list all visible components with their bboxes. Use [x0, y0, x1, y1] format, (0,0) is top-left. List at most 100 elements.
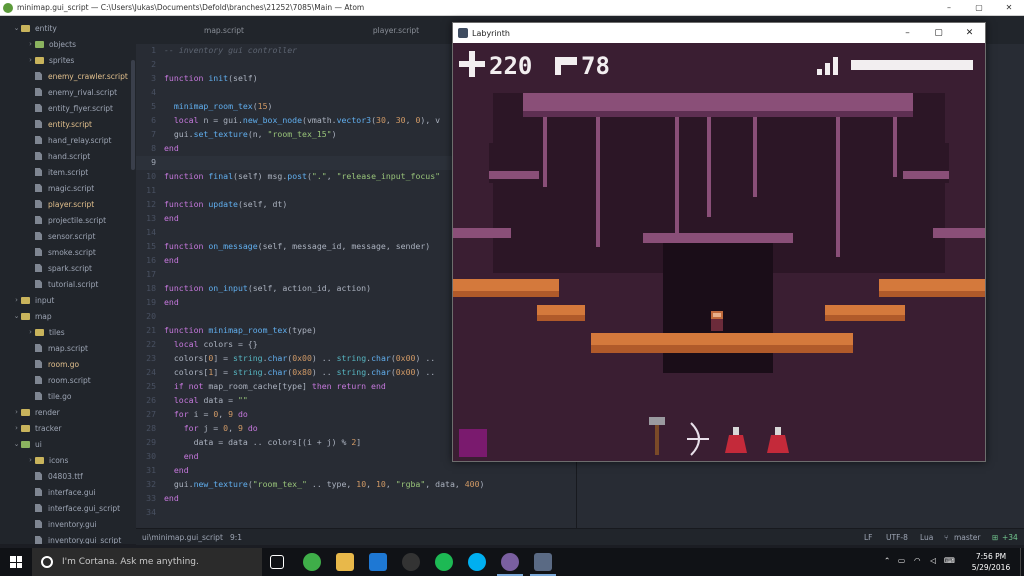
tree-file-interface-gui-script[interactable]: interface.gui_script — [0, 500, 120, 516]
keyboard-icon[interactable]: ⌨ — [944, 556, 955, 565]
clock[interactable]: 7:56 PM 5/29/2016 — [966, 551, 1016, 573]
tree-file-enemy-rival-script[interactable]: enemy_rival.script — [0, 84, 117, 100]
tree-folder-tiles[interactable]: › tiles — [0, 324, 65, 340]
tree-file-spark-script[interactable]: spark.script — [0, 260, 92, 276]
tree-file-item-script[interactable]: item.script — [0, 164, 88, 180]
tree-file-tile-go[interactable]: tile.go — [0, 388, 71, 404]
code-line[interactable]: if not map_room_cache[type] then return … — [164, 381, 386, 391]
tab-map-script[interactable]: map.script — [164, 16, 284, 44]
tree-folder-map[interactable]: ⌄ map — [0, 308, 52, 324]
tree-folder-input[interactable]: › input — [0, 292, 54, 308]
wifi-icon[interactable]: ◠ — [914, 556, 921, 565]
slack-icon[interactable] — [402, 553, 420, 571]
code-line[interactable]: -- inventory gui controller — [164, 45, 297, 55]
code-line[interactable]: end — [164, 213, 179, 223]
code-line[interactable]: for i = 0, 9 do — [164, 409, 248, 419]
minimize-button[interactable]: – — [934, 0, 964, 16]
status-line-ending[interactable]: LF — [864, 533, 873, 542]
battery-icon[interactable]: ▭ — [898, 556, 905, 565]
code-line[interactable]: function on_message(self, message_id, me… — [164, 241, 430, 251]
show-desktop-button[interactable] — [1020, 548, 1024, 576]
tree-folder-entity[interactable]: ⌄ entity — [0, 20, 57, 36]
maximize-button[interactable]: ▢ — [964, 0, 994, 16]
code-line[interactable]: function update(self, dt) — [164, 199, 287, 209]
chevron-right-icon[interactable]: › — [26, 40, 35, 48]
tree-file-04803-ttf[interactable]: 04803.ttf — [0, 468, 83, 484]
spotify-app-icon[interactable] — [435, 553, 453, 571]
tab-player-script[interactable]: player.script — [336, 16, 456, 44]
code-line[interactable]: function on_input(self, action_id, actio… — [164, 283, 371, 293]
status-encoding[interactable]: UTF-8 — [886, 533, 908, 542]
close-button[interactable]: ✕ — [994, 0, 1024, 16]
tray-chevron-icon[interactable]: ⌃ — [884, 556, 890, 565]
tree-file-map-script[interactable]: map.script — [0, 340, 88, 356]
code-line[interactable]: function minimap_room_tex(type) — [164, 325, 317, 335]
defold-taskbar-icon[interactable] — [534, 553, 552, 571]
status-diff[interactable]: +34 — [1002, 533, 1018, 542]
code-line[interactable]: gui.new_texture("room_tex_" .. type, 10,… — [164, 479, 485, 489]
code-line[interactable]: gui.set_texture(n, "room_tex_15") — [164, 129, 337, 139]
status-grammar[interactable]: Lua — [920, 533, 933, 542]
code-line[interactable]: function init(self) — [164, 73, 258, 83]
task-view-icon[interactable] — [270, 555, 284, 569]
tree-file-player-script[interactable]: player.script — [0, 196, 94, 212]
chevron-right-icon[interactable]: › — [12, 296, 21, 304]
code-line[interactable]: end — [164, 255, 179, 265]
code-line[interactable]: end — [164, 493, 179, 503]
tree-file-magic-script[interactable]: magic.script — [0, 180, 94, 196]
chevron-right-icon[interactable]: › — [12, 408, 21, 416]
tree-file-room-script[interactable]: room.script — [0, 372, 91, 388]
edge-icon[interactable] — [369, 553, 387, 571]
tree-file-hand-script[interactable]: hand.script — [0, 148, 90, 164]
tree-file-entity-script[interactable]: entity.script — [0, 116, 92, 132]
tree-file-sensor-script[interactable]: sensor.script — [0, 228, 95, 244]
tree-file-interface-gui[interactable]: interface.gui — [0, 484, 95, 500]
game-window[interactable]: Labyrinth – ▢ ✕ 220 78 — [452, 22, 986, 462]
status-branch[interactable]: master — [954, 533, 980, 542]
code-line[interactable]: end — [164, 465, 189, 475]
code-line[interactable]: colors[0] = string.char(0x00) .. string.… — [164, 353, 435, 363]
tree-file-hand-relay-script[interactable]: hand_relay.script — [0, 132, 111, 148]
code-line[interactable]: local n = gui.new_box_node(vmath.vector3… — [164, 115, 440, 125]
code-line[interactable]: end — [164, 297, 179, 307]
chevron-right-icon[interactable]: › — [26, 456, 35, 464]
tree-file-inventory-gui-script[interactable]: inventory.gui_script — [0, 532, 121, 544]
file-explorer-icon[interactable] — [336, 553, 354, 571]
tree-folder-ui[interactable]: ⌄ ui — [0, 436, 42, 452]
spotify-icon[interactable] — [303, 553, 321, 571]
game-maximize-button[interactable]: ▢ — [923, 23, 954, 43]
tree-folder-tracker[interactable]: › tracker — [0, 420, 61, 436]
code-line[interactable]: local colors = {} — [164, 339, 258, 349]
code-line[interactable]: data = data .. colors[(i + j) % 2] — [164, 437, 362, 447]
code-line[interactable]: local data = "" — [164, 395, 248, 405]
atom-taskbar-icon[interactable] — [501, 553, 519, 571]
chevron-right-icon[interactable]: › — [26, 56, 35, 64]
tree-file-enemy-crawler-script[interactable]: enemy_crawler.script — [0, 68, 128, 84]
tree-file-projectile-script[interactable]: projectile.script — [0, 212, 106, 228]
status-cursor-position[interactable]: 9:1 — [230, 533, 242, 542]
tree-folder-icons[interactable]: › icons — [0, 452, 68, 468]
chevron-down-icon[interactable]: ⌄ — [12, 440, 21, 448]
game-canvas[interactable]: 220 78 — [453, 43, 985, 461]
cortana-search-box[interactable]: I'm Cortana. Ask me anything. — [32, 548, 262, 576]
code-line[interactable]: function final(self) msg.post(".", "rele… — [164, 171, 440, 181]
status-file-path[interactable]: ui\minimap.gui_script — [142, 533, 223, 542]
volume-icon[interactable]: ◁ — [930, 556, 936, 565]
code-line[interactable]: minimap_room_tex(15) — [164, 101, 273, 111]
tree-folder-objects[interactable]: › objects — [0, 36, 76, 52]
game-minimize-button[interactable]: – — [892, 23, 923, 43]
code-line[interactable]: colors[1] = string.char(0x80) .. string.… — [164, 367, 435, 377]
code-line[interactable]: end — [164, 143, 179, 153]
tree-folder-render[interactable]: › render — [0, 404, 60, 420]
tree-file-inventory-gui[interactable]: inventory.gui — [0, 516, 97, 532]
chevron-right-icon[interactable]: › — [12, 424, 21, 432]
skype-icon[interactable] — [468, 553, 486, 571]
tree-file-tutorial-script[interactable]: tutorial.script — [0, 276, 98, 292]
tree-file-smoke-script[interactable]: smoke.script — [0, 244, 96, 260]
game-close-button[interactable]: ✕ — [954, 23, 985, 43]
tree-scrollbar[interactable] — [131, 60, 135, 170]
chevron-down-icon[interactable]: ⌄ — [12, 312, 21, 320]
chevron-right-icon[interactable]: › — [26, 328, 35, 336]
tree-folder-sprites[interactable]: › sprites — [0, 52, 74, 68]
tree-file-room-go[interactable]: room.go — [0, 356, 79, 372]
